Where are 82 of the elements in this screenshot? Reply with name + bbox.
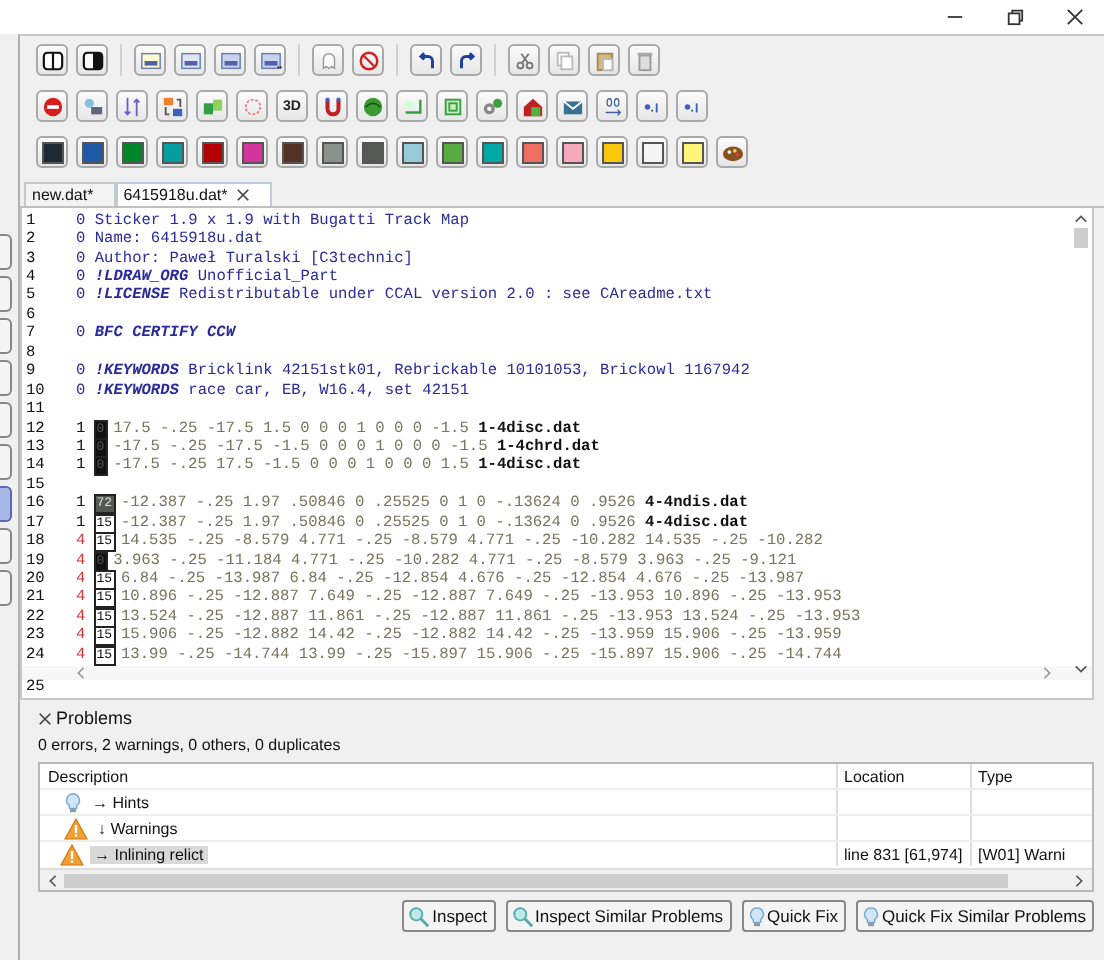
image-icon <box>81 95 103 117</box>
corner-icon <box>401 95 423 117</box>
problem-item[interactable]: → Inlining relict <box>90 845 208 863</box>
move-icon <box>201 95 223 117</box>
palette-icon <box>721 141 743 163</box>
document-icon <box>219 49 241 71</box>
action-button[interactable]: Inspect <box>402 900 496 932</box>
gears-icon <box>481 95 503 117</box>
scroll-right-icon[interactable] <box>1042 665 1052 680</box>
lightbulb-icon <box>64 791 82 813</box>
lightbulb-icon <box>747 905 766 927</box>
document-icon <box>259 49 281 71</box>
horizontal-scrollbar[interactable] <box>40 868 1092 890</box>
split-view-icon <box>41 49 63 71</box>
action-button[interactable]: Quick Fix Similar Problems <box>855 900 1094 932</box>
scroll-thumb[interactable] <box>64 873 1008 887</box>
toolbar-button[interactable] <box>450 44 482 76</box>
document-icon <box>179 49 201 71</box>
frame-icon <box>441 95 463 117</box>
side-tab[interactable] <box>0 570 12 606</box>
action-button[interactable]: Inspect Similar Problems <box>505 900 732 932</box>
toolbar-button[interactable] <box>356 90 388 122</box>
stop-icon <box>41 95 63 117</box>
scroll-right-icon[interactable] <box>1074 873 1084 887</box>
side-tab[interactable] <box>0 444 12 480</box>
side-tab[interactable] <box>0 234 12 270</box>
prohibited-icon <box>357 49 379 71</box>
magnifier-icon <box>511 905 534 927</box>
toolbar-button[interactable] <box>36 44 68 76</box>
toolbar-button[interactable] <box>716 136 748 168</box>
horizontal-scrollbar[interactable] <box>22 665 1092 680</box>
column-header[interactable]: Location <box>836 764 970 788</box>
undo-icon <box>415 49 437 71</box>
clipboard-icon <box>593 49 615 71</box>
panel-title: Problems <box>56 708 133 728</box>
toolbar-button[interactable] <box>76 44 108 76</box>
house-icon <box>521 95 543 117</box>
problem-location: line 831 [61,974] <box>844 845 963 863</box>
close-icon <box>1065 8 1083 26</box>
toolbar-button[interactable] <box>410 44 442 76</box>
sort-icon <box>121 95 143 117</box>
envelope-icon <box>561 95 583 117</box>
column-header[interactable]: Description <box>40 767 836 785</box>
problem-item[interactable]: ↓ Warnings <box>94 819 182 837</box>
file-tab[interactable]: new.dat* <box>24 182 116 206</box>
close-icon[interactable] <box>235 188 250 202</box>
file-tab[interactable]: 6415918u.dat* <box>115 182 272 206</box>
globe-icon <box>361 95 383 117</box>
scroll-left-icon[interactable] <box>76 665 86 680</box>
problem-item[interactable]: → Hints <box>88 793 153 811</box>
side-tab[interactable] <box>0 402 12 438</box>
dashed-circle-icon <box>241 95 263 117</box>
contrast-icon <box>81 49 103 71</box>
side-tab[interactable] <box>0 528 12 564</box>
lightbulb-icon <box>861 905 880 927</box>
problem-type: [W01] Warni <box>978 845 1066 863</box>
scissors-icon <box>513 49 535 71</box>
side-tab[interactable] <box>0 486 12 522</box>
side-tab[interactable] <box>0 360 12 396</box>
ghost-icon <box>317 49 339 71</box>
toolbar-button[interactable] <box>156 90 188 122</box>
column-header[interactable]: Type <box>970 764 1070 788</box>
action-button[interactable]: Quick Fix <box>741 900 846 932</box>
warning-icon <box>60 843 84 865</box>
swap-icon <box>161 95 183 117</box>
warning-icon <box>64 817 88 839</box>
vertical-scrollbar[interactable] <box>1070 214 1090 674</box>
magnifier-icon <box>408 905 431 927</box>
restore-icon <box>1005 8 1023 26</box>
number-format-icon <box>601 95 623 117</box>
scroll-up-icon[interactable] <box>1073 214 1087 224</box>
side-tab[interactable] <box>0 318 12 354</box>
problem-summary: 0 errors, 2 warnings, 0 others, 0 duplicates <box>38 736 343 754</box>
document-icon <box>139 49 161 71</box>
scroll-left-icon[interactable] <box>48 873 58 887</box>
magnet-icon <box>321 95 343 117</box>
trash-icon <box>633 49 655 71</box>
copy-icon <box>553 49 575 71</box>
scroll-thumb[interactable] <box>1073 228 1087 248</box>
redo-icon <box>455 49 477 71</box>
close-icon[interactable] <box>38 711 52 725</box>
side-tab[interactable] <box>0 276 12 312</box>
